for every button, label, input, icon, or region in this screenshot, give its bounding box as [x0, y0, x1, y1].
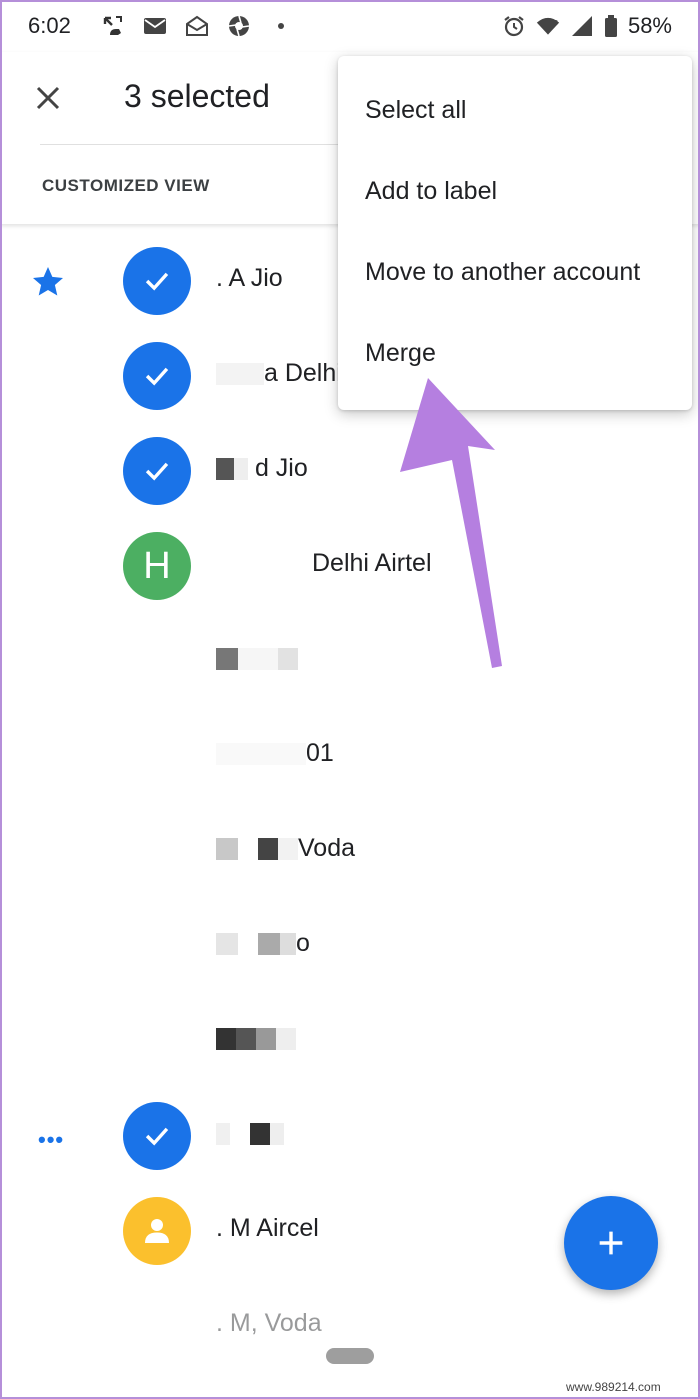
menu-item-move-account[interactable]: Move to another account [338, 232, 692, 313]
star-icon [33, 267, 63, 296]
contact-row[interactable]: Voda [0, 804, 700, 899]
view-label[interactable]: CUSTOMIZED VIEW [42, 176, 210, 196]
check-icon [145, 1127, 169, 1146]
avatar-photo[interactable] [130, 627, 196, 697]
avatar-selected[interactable] [123, 342, 191, 410]
menu-item-select-all[interactable]: Select all [338, 70, 692, 151]
contact-row[interactable] [0, 994, 700, 1089]
contact-name: d Jio [216, 454, 308, 483]
status-bar: 6:02 R 58% [0, 0, 700, 52]
battery-icon [604, 14, 618, 38]
contact-name: . A Jio [216, 264, 283, 292]
dot-icon [269, 14, 293, 38]
contact-name: . M Aircel [216, 1214, 319, 1242]
contact-name [216, 1024, 296, 1053]
menu-item-add-to-label[interactable]: Add to label [338, 151, 692, 232]
avatar-person[interactable] [123, 1197, 191, 1265]
status-time: 6:02 [28, 13, 71, 38]
contact-row[interactable]: H Delhi Airtel [0, 519, 700, 614]
battery-percent: 58% [627, 13, 672, 38]
contact-row[interactable] [0, 614, 700, 709]
avatar-photo[interactable] [130, 1007, 196, 1077]
contact-row[interactable]: 01 [0, 709, 700, 804]
signal-icon [570, 14, 594, 38]
contact-row[interactable]: o [0, 899, 700, 994]
missed-call-icon [101, 14, 125, 38]
contact-row[interactable]: ••• [0, 1089, 700, 1184]
annotation-arrow [400, 378, 502, 668]
check-icon [145, 462, 169, 481]
avatar-selected[interactable] [123, 437, 191, 505]
avatar-photo[interactable] [130, 912, 196, 982]
mail-open-icon [185, 14, 209, 38]
avatar-photo[interactable] [130, 1292, 196, 1362]
contact-name: o [216, 929, 310, 958]
avatar-photo[interactable] [130, 817, 196, 887]
close-selection-button[interactable] [30, 80, 66, 116]
contact-name [216, 1119, 284, 1148]
contact-name: . M, Voda [216, 1309, 322, 1337]
check-icon [145, 272, 169, 291]
plus-icon [599, 1231, 623, 1255]
svg-text:R: R [553, 19, 558, 26]
contact-name [216, 644, 298, 673]
wifi-icon: R [536, 14, 560, 38]
contact-name: Voda [216, 834, 355, 863]
overflow-menu: Select all Add to label Move to another … [338, 56, 692, 410]
add-contact-button[interactable] [564, 1196, 658, 1290]
avatar-selected[interactable] [123, 247, 191, 315]
mail-icon [143, 14, 167, 38]
contact-row[interactable]: d Jio [0, 424, 700, 519]
contact-name: 01 [216, 739, 334, 768]
close-icon [36, 86, 60, 110]
avatar-selected[interactable] [123, 1102, 191, 1170]
avatar-photo[interactable] [130, 722, 196, 792]
check-icon [145, 367, 169, 386]
avatar-letter[interactable]: H [123, 532, 191, 600]
more-dots-icon: ••• [38, 1127, 65, 1152]
gesture-nav-pill[interactable] [326, 1348, 374, 1364]
aperture-icon [227, 14, 251, 38]
selected-count-title: 3 selected [124, 78, 270, 114]
contact-name: a Delhi [216, 359, 342, 388]
person-icon [145, 1219, 169, 1243]
alarm-icon [502, 14, 526, 38]
watermark: www.989214.com [566, 1380, 661, 1394]
